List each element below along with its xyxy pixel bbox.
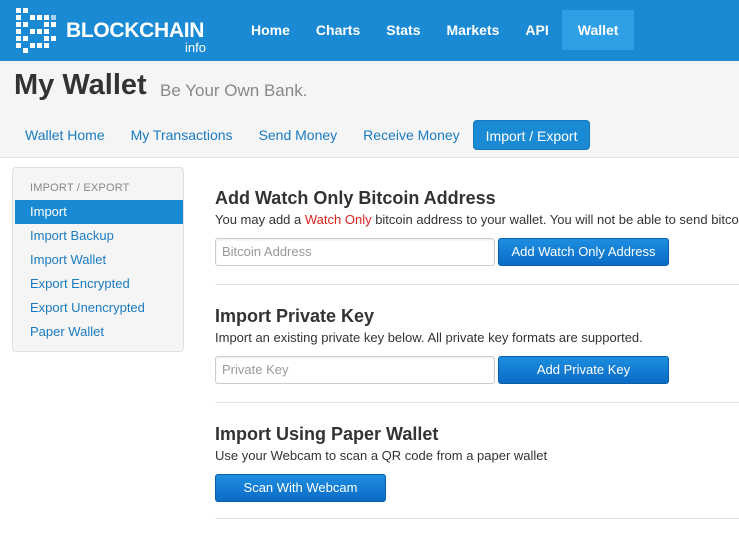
section-divider: [215, 284, 739, 285]
sidebar: IMPORT / EXPORT Import Import Backup Imp…: [12, 167, 184, 352]
sidebar-heading: IMPORT / EXPORT: [30, 182, 130, 194]
sidebar-item-import-backup[interactable]: Import Backup: [15, 224, 183, 248]
page-header: My Wallet Be Your Own Bank. Wallet Home …: [0, 61, 739, 158]
topnav-markets[interactable]: Markets: [434, 10, 513, 50]
watch-only-description: You may add a Watch Only bitcoin address…: [215, 212, 739, 227]
tab-import-export[interactable]: Import / Export: [472, 120, 591, 150]
topnav-charts[interactable]: Charts: [303, 10, 373, 50]
sidebar-item-export-encrypted[interactable]: Export Encrypted: [15, 272, 183, 296]
bitcoin-address-input[interactable]: Bitcoin Address: [215, 238, 495, 266]
import-private-key-title: Import Private Key: [215, 306, 375, 326]
section-divider: [215, 402, 739, 403]
watch-only-desc-end: bitcoin address to your wallet. You will…: [371, 212, 739, 227]
import-private-key-description: Import an existing private key below. Al…: [215, 330, 643, 345]
paper-wallet-title: Import Using Paper Wallet: [215, 424, 439, 444]
topnav-api[interactable]: API: [512, 10, 561, 50]
watch-only-desc-start: You may add a: [215, 212, 305, 227]
watch-only-highlight: Watch Only: [304, 212, 372, 227]
add-watch-only-address-button[interactable]: Add Watch Only Address: [498, 238, 669, 266]
blockchain-logo-icon[interactable]: [12, 6, 60, 54]
sidebar-item-export-unencrypted[interactable]: Export Unencrypted: [15, 296, 183, 320]
topnav-wallet[interactable]: Wallet: [561, 10, 635, 50]
brand-name[interactable]: BLOCKCHAIN: [66, 19, 204, 43]
topnav-home[interactable]: Home: [238, 10, 303, 50]
watch-only-title: Add Watch Only Bitcoin Address: [215, 188, 496, 208]
sidebar-item-import-wallet[interactable]: Import Wallet: [15, 248, 183, 272]
top-nav: Home Charts Stats Markets API Wallet: [238, 10, 635, 50]
section-divider: [215, 518, 739, 519]
tab-send-money[interactable]: Send Money: [246, 120, 351, 150]
tab-my-transactions[interactable]: My Transactions: [118, 120, 246, 150]
page-title: My Wallet: [14, 69, 147, 101]
add-private-key-button[interactable]: Add Private Key: [498, 356, 669, 384]
page-subtitle: Be Your Own Bank.: [160, 81, 308, 100]
tab-receive-money[interactable]: Receive Money: [350, 120, 473, 150]
paper-wallet-description: Use your Webcam to scan a QR code from a…: [215, 448, 548, 463]
wallet-subnav: Wallet Home My Transactions Send Money R…: [12, 120, 591, 150]
topnav-stats[interactable]: Stats: [373, 10, 433, 50]
top-navbar: BLOCKCHAIN info Home Charts Stats Market…: [0, 0, 739, 61]
private-key-input[interactable]: Private Key: [215, 356, 495, 384]
sidebar-item-import[interactable]: Import: [15, 200, 183, 224]
brand-sub: info: [185, 40, 206, 55]
tab-wallet-home[interactable]: Wallet Home: [12, 120, 118, 150]
sidebar-item-paper-wallet[interactable]: Paper Wallet: [15, 320, 183, 344]
scan-with-webcam-button[interactable]: Scan With Webcam: [215, 474, 386, 502]
